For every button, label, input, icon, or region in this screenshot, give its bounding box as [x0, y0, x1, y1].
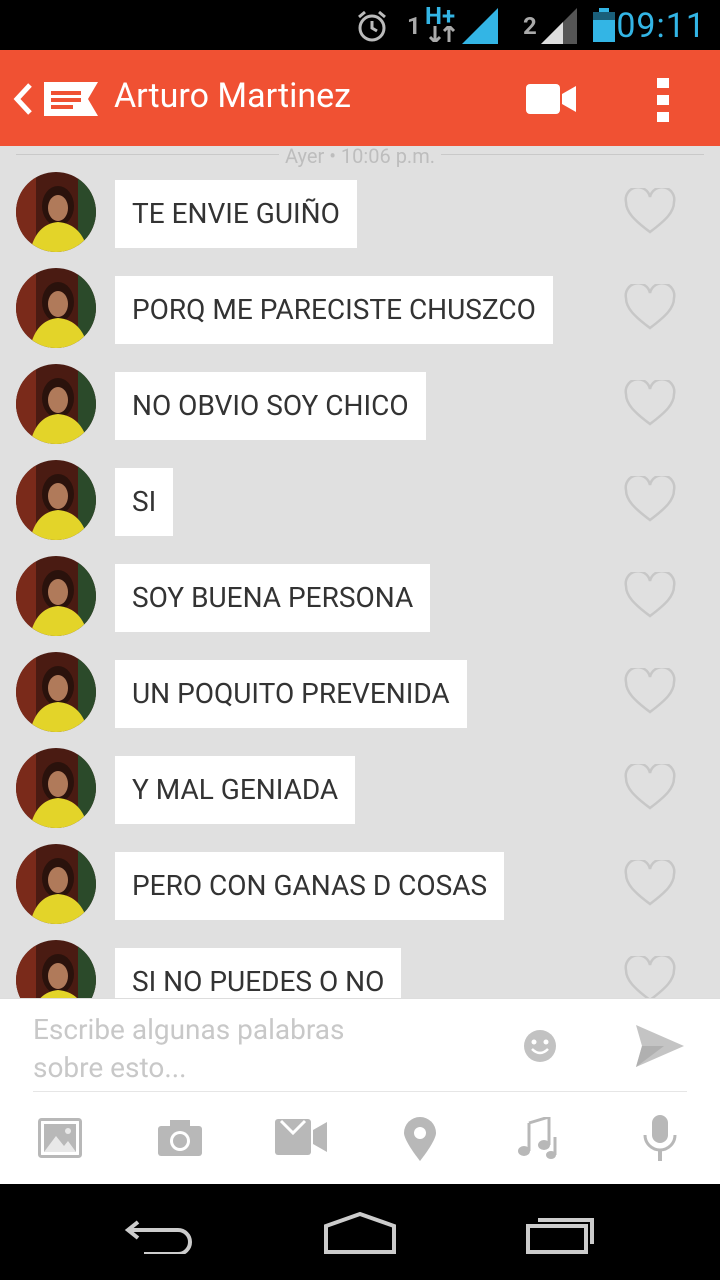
message-row: Y MAL GENIADA — [0, 748, 720, 844]
emoji-icon[interactable] — [523, 1029, 557, 1063]
contact-name[interactable]: Arturo Martinez — [114, 76, 351, 116]
avatar[interactable] — [16, 844, 96, 924]
message-bubble[interactable]: SOY BUENA PERSONA — [115, 564, 431, 632]
alarm-icon — [358, 10, 386, 42]
nav-home-icon[interactable] — [322, 1212, 398, 1254]
nav-recents-icon[interactable] — [526, 1214, 598, 1254]
message-row: PERO CON GANAS D COSAS — [0, 844, 720, 940]
microphone-icon[interactable] — [643, 1115, 677, 1161]
message-row: SOY BUENA PERSONA — [0, 556, 720, 652]
navigation-bar — [0, 1184, 720, 1280]
sim1-label: 1 — [407, 12, 421, 40]
camera-icon[interactable] — [158, 1120, 202, 1156]
avatar[interactable] — [16, 172, 96, 252]
message-bubble[interactable]: UN POQUITO PREVENIDA — [115, 660, 467, 728]
message-bubble[interactable]: PERO CON GANAS D COSAS — [115, 852, 505, 920]
back-icon[interactable] — [12, 82, 34, 116]
heart-icon[interactable] — [624, 476, 676, 524]
signal-sim1-icon — [462, 8, 498, 44]
composer: Escribe algunas palabras sobre esto... — [0, 998, 720, 1185]
location-icon[interactable] — [404, 1117, 436, 1161]
gallery-icon[interactable] — [38, 1118, 82, 1158]
signal-sim2-icon — [541, 8, 577, 44]
app-bar: Arturo Martinez — [0, 50, 720, 146]
avatar[interactable] — [16, 556, 96, 636]
message-input[interactable]: Escribe algunas palabras sobre esto... — [33, 1011, 344, 1087]
heart-icon[interactable] — [624, 188, 676, 236]
status-bar: 1 H+ 2 09:11 — [0, 0, 720, 50]
video-icon[interactable] — [275, 1119, 327, 1155]
avatar[interactable] — [16, 748, 96, 828]
message-row: SI NO PUEDES O NO — [0, 940, 720, 998]
heart-icon[interactable] — [624, 284, 676, 332]
message-bubble[interactable]: SI — [115, 468, 174, 536]
composer-divider — [33, 1091, 687, 1092]
send-icon[interactable] — [636, 1025, 684, 1067]
heart-icon[interactable] — [624, 380, 676, 428]
chat-area[interactable]: Ayer • 10:06 p.m. TE ENVIE GUIÑO PORQ ME … — [0, 146, 720, 998]
nav-back-icon[interactable] — [124, 1218, 194, 1254]
message-bubble[interactable]: SI NO PUEDES O NO — [115, 948, 402, 998]
video-call-icon[interactable] — [526, 84, 576, 114]
clock: 09:11 — [616, 6, 706, 46]
message-row: NO OBVIO SOY CHICO — [0, 364, 720, 460]
heart-icon[interactable] — [624, 956, 676, 998]
overflow-menu-icon[interactable] — [657, 78, 669, 122]
placeholder-line-2: sobre esto... — [33, 1051, 187, 1084]
message-row: TE ENVIE GUIÑO — [0, 172, 720, 268]
avatar[interactable] — [16, 652, 96, 732]
heart-icon[interactable] — [624, 572, 676, 620]
heart-icon[interactable] — [624, 668, 676, 716]
music-icon[interactable] — [517, 1117, 563, 1159]
message-icon[interactable] — [44, 82, 98, 116]
sim2-label: 2 — [523, 12, 537, 40]
network-arrows-icon — [428, 26, 456, 42]
avatar[interactable] — [16, 940, 96, 998]
date-label: Ayer • 10:06 p.m. — [278, 146, 442, 168]
avatar[interactable] — [16, 364, 96, 444]
placeholder-line-1: Escribe algunas palabras — [33, 1013, 345, 1046]
avatar[interactable] — [16, 268, 96, 348]
message-bubble[interactable]: Y MAL GENIADA — [115, 756, 356, 824]
message-bubble[interactable]: PORQ ME PARECISTE CHUSZCO — [115, 276, 553, 344]
message-row: SI — [0, 460, 720, 556]
message-bubble[interactable]: TE ENVIE GUIÑO — [115, 180, 357, 248]
heart-icon[interactable] — [624, 764, 676, 812]
heart-icon[interactable] — [624, 860, 676, 908]
message-row: UN POQUITO PREVENIDA — [0, 652, 720, 748]
message-row: PORQ ME PARECISTE CHUSZCO — [0, 268, 720, 364]
avatar[interactable] — [16, 460, 96, 540]
battery-icon — [593, 8, 615, 42]
message-bubble[interactable]: NO OBVIO SOY CHICO — [115, 372, 426, 440]
